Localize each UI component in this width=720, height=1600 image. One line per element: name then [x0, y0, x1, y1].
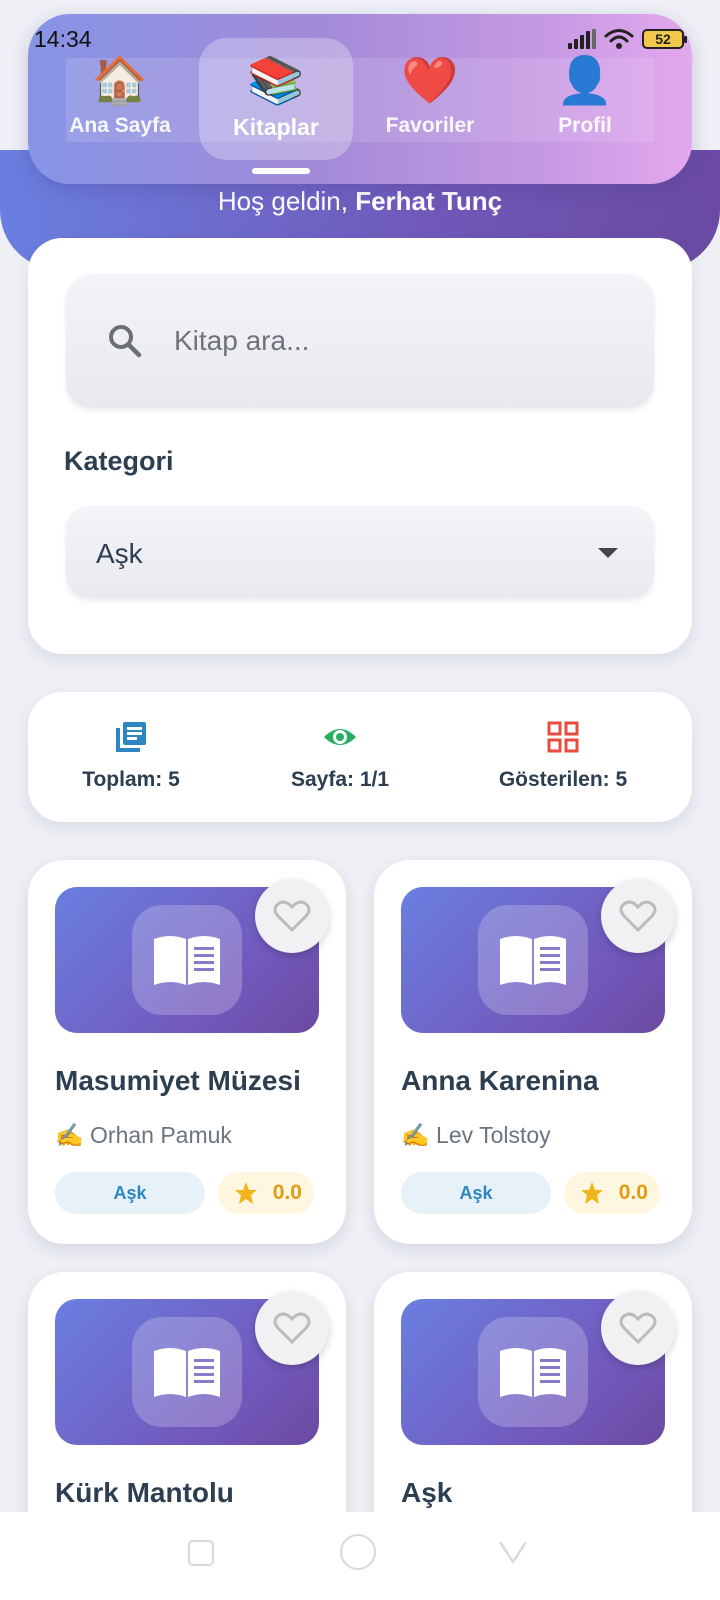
- heart-outline-icon: [273, 900, 311, 933]
- system-navigation-bar: [0, 1512, 720, 1600]
- nav-item-label: Favoriler: [385, 114, 475, 137]
- book-title: Anna Karenina: [401, 1065, 599, 1096]
- book-card[interactable]: Masumiyet Müzesi ✍️ Orhan Pamuk Aşk 0.0: [28, 860, 346, 1244]
- user-icon: 👤: [556, 54, 614, 106]
- book-author: ✍️ Lev Tolstoy: [401, 1122, 551, 1148]
- category-badge: Aşk: [55, 1172, 205, 1214]
- search-icon: [109, 325, 142, 358]
- rating-value: 0.0: [618, 1181, 648, 1204]
- book-title: Kürk Mantolu: [55, 1477, 234, 1508]
- eye-icon: [324, 729, 356, 745]
- book-title: Aşk: [401, 1477, 453, 1508]
- category-badge: Aşk: [401, 1172, 551, 1214]
- nav-item-profile[interactable]: 👤 Profil: [508, 38, 662, 160]
- stat-total-text: Toplam: 5: [82, 768, 180, 791]
- nav-item-home[interactable]: 🏠 Ana Sayfa: [43, 38, 197, 160]
- book-cover-badge: [132, 905, 242, 1015]
- nav-item-favorites[interactable]: ❤️ Favoriler: [353, 38, 507, 160]
- heart-outline-icon: [273, 1312, 311, 1345]
- grid-icon: [547, 721, 579, 753]
- star-icon: [235, 1182, 257, 1204]
- heart-outline-icon: [619, 900, 657, 933]
- welcome-text: Hoş geldin, Ferhat Tunç: [0, 186, 720, 217]
- category-selected-value: Aşk: [96, 538, 143, 569]
- stat-page-text: Sayfa: 1/1: [290, 768, 390, 791]
- recent-apps-button[interactable]: [188, 1540, 214, 1566]
- stat-total: Toplam: 5: [78, 720, 184, 792]
- rating-badge: 0.0: [218, 1172, 314, 1214]
- rating-value: 0.0: [272, 1181, 302, 1204]
- book-cover-badge: [132, 1317, 242, 1427]
- book-cover-badge: [478, 1317, 588, 1427]
- favorite-button[interactable]: [601, 879, 675, 953]
- open-book-icon: [500, 1348, 566, 1397]
- books-icon: 📚: [247, 54, 305, 106]
- search-input[interactable]: [174, 318, 624, 364]
- library-books-icon: [116, 722, 146, 752]
- favorite-button[interactable]: [255, 1291, 329, 1365]
- open-book-icon: [154, 1348, 220, 1397]
- stat-page: Sayfa: 1/1: [280, 720, 400, 792]
- category-label: Kategori: [64, 446, 174, 476]
- book-title: Masumiyet Müzesi: [55, 1065, 301, 1096]
- nav-item-label: Ana Sayfa: [69, 114, 171, 137]
- star-icon: [581, 1182, 603, 1204]
- favorite-button[interactable]: [255, 879, 329, 953]
- filter-card: Kategori Aşk: [28, 238, 692, 654]
- favorite-button[interactable]: [601, 1291, 675, 1365]
- search-box[interactable]: [66, 274, 654, 408]
- rating-badge: 0.0: [564, 1172, 660, 1214]
- book-card[interactable]: Anna Karenina ✍️ Lev Tolstoy Aşk 0.0: [374, 860, 692, 1244]
- chevron-down-icon: [598, 548, 618, 558]
- nav-item-label: Kitaplar: [233, 114, 319, 140]
- stat-shown: Gösterilen: 5: [488, 720, 638, 792]
- user-name: Ferhat Tunç: [355, 186, 503, 216]
- heart-icon: ❤️: [401, 54, 459, 106]
- book-cover-badge: [478, 905, 588, 1015]
- heart-outline-icon: [619, 1312, 657, 1345]
- open-book-icon: [500, 936, 566, 985]
- welcome-prefix: Hoş geldin,: [217, 186, 356, 216]
- stat-shown-text: Gösterilen: 5: [498, 768, 628, 791]
- home-button[interactable]: [340, 1534, 376, 1570]
- open-book-icon: [154, 936, 220, 985]
- home-icon: 🏠: [91, 54, 149, 106]
- book-author: ✍️ Orhan Pamuk: [55, 1122, 232, 1148]
- active-tab-indicator: [252, 168, 310, 174]
- category-select[interactable]: Aşk: [66, 506, 654, 598]
- back-button[interactable]: [496, 1534, 530, 1568]
- nav-item-books[interactable]: 📚 Kitaplar: [199, 38, 353, 160]
- nav-item-label: Profil: [558, 114, 612, 137]
- stats-card: Toplam: 5 Sayfa: 1/1 Gösterilen: 5: [28, 692, 692, 822]
